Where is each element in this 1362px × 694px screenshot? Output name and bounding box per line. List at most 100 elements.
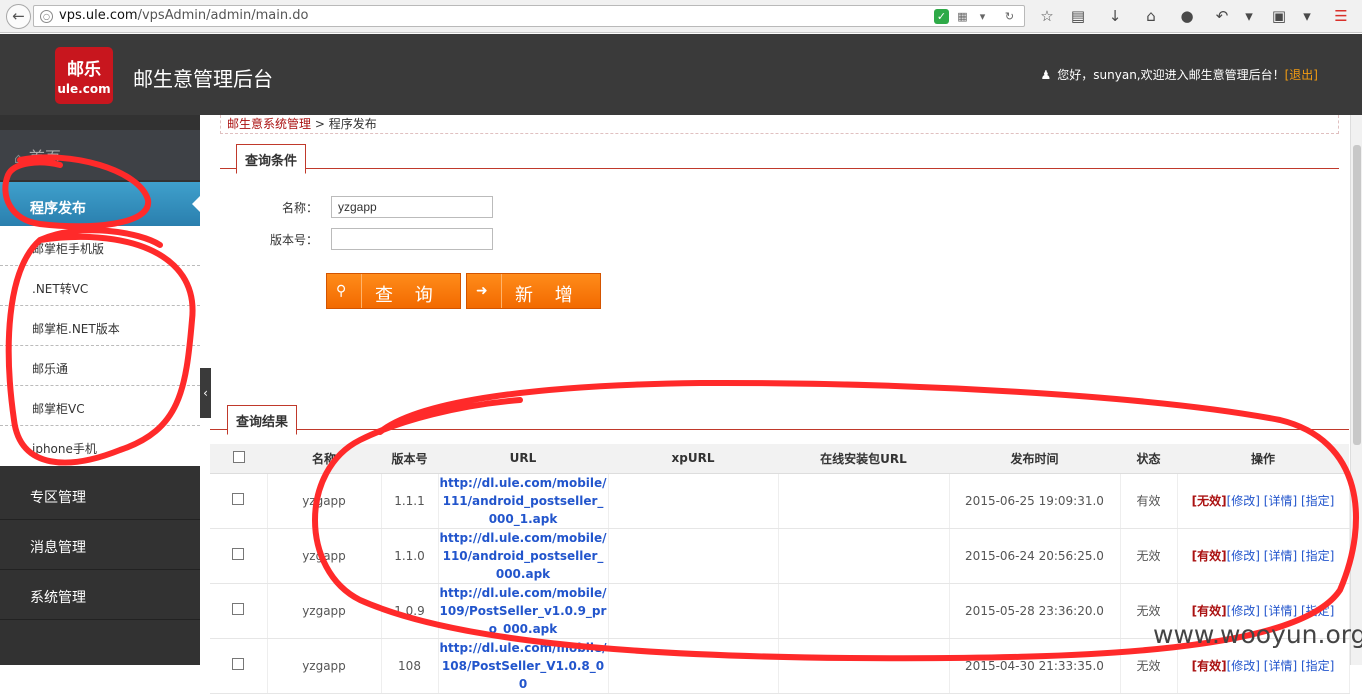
add-button[interactable]: ➜ 新 增 bbox=[466, 273, 601, 309]
browser-toolbar: ← ○ vps.ule.com/vpsAdmin/admin/main.do ✓… bbox=[0, 0, 1362, 33]
column-header: 在线安装包URL bbox=[778, 444, 949, 474]
search-button-label: 查 询 bbox=[375, 285, 441, 306]
menu-icon[interactable]: ☰ bbox=[1330, 5, 1352, 27]
edit-link[interactable]: [修改] bbox=[1227, 659, 1260, 673]
toggle-status-link[interactable]: [无效] bbox=[1192, 494, 1227, 508]
home-icon[interactable]: ⌂ bbox=[1140, 5, 1162, 27]
watermark: www.wooyun.org bbox=[1153, 620, 1362, 649]
cell-url-link[interactable]: http://dl.ule.com/mobile/108/PostSeller_… bbox=[438, 638, 609, 694]
cell-xpurl bbox=[608, 528, 779, 584]
column-header: xpURL bbox=[608, 444, 778, 474]
cell-name: yzgapp bbox=[267, 638, 382, 694]
results-tab: 查询结果 bbox=[227, 405, 298, 435]
submenu-item[interactable]: 邮掌柜VC bbox=[0, 386, 200, 426]
sidebar-item-system[interactable]: 系统管理 bbox=[0, 571, 200, 620]
assign-link[interactable]: [指定] bbox=[1301, 659, 1334, 673]
page-scrollbar[interactable] bbox=[1350, 115, 1362, 665]
toggle-status-link[interactable]: [有效] bbox=[1192, 659, 1227, 673]
cell-name: yzgapp bbox=[267, 473, 382, 529]
app-header: 邮乐 ule.com 邮生意管理后台 ♟ 您好，sunyan,欢迎进入邮生意管理后… bbox=[0, 34, 1362, 115]
cell-online-url bbox=[778, 473, 950, 529]
add-button-label: 新 增 bbox=[515, 285, 581, 306]
breadcrumb: 邮生意系统管理 > 程序发布 bbox=[220, 115, 1339, 134]
toggle-status-link[interactable]: [有效] bbox=[1192, 549, 1227, 563]
bookmark-star-icon[interactable]: ☆ bbox=[1036, 5, 1058, 27]
shield-icon[interactable]: ✓ bbox=[934, 9, 949, 24]
sidebar-collapse-chevron-icon[interactable]: ‹ bbox=[200, 368, 211, 418]
chat-icon[interactable]: ● bbox=[1176, 5, 1198, 27]
detail-link[interactable]: [详情] bbox=[1264, 604, 1297, 618]
version-input[interactable] bbox=[331, 228, 493, 250]
column-header: 版本号 bbox=[381, 444, 438, 474]
user-icon: ♟ bbox=[1040, 68, 1052, 82]
sidebar-item-messages[interactable]: 消息管理 bbox=[0, 521, 200, 570]
dropdown-arrow-icon[interactable]: ▾ bbox=[1238, 5, 1260, 27]
cell-version: 108 bbox=[381, 638, 439, 694]
row-checkbox[interactable] bbox=[232, 603, 245, 615]
detail-link[interactable]: [详情] bbox=[1264, 659, 1297, 673]
row-checkbox[interactable] bbox=[232, 658, 245, 670]
edit-link[interactable]: [修改] bbox=[1227, 604, 1260, 618]
assign-link[interactable]: [指定] bbox=[1301, 494, 1334, 508]
submenu-item[interactable]: .NET转VC bbox=[0, 266, 200, 306]
dropdown-arrow-icon[interactable]: ▾ bbox=[975, 9, 990, 24]
cell-online-url bbox=[778, 528, 950, 584]
user-area: ♟ 您好，sunyan,欢迎进入邮生意管理后台！[退出] bbox=[1041, 66, 1318, 83]
qr-code-icon[interactable]: ▦ bbox=[955, 9, 970, 24]
sidebar-item-zone[interactable]: 专区管理 bbox=[0, 471, 200, 520]
cell-url-link[interactable]: http://dl.ule.com/mobile/111/android_pos… bbox=[438, 473, 609, 529]
logo-text-bottom: ule.com bbox=[57, 82, 111, 96]
toggle-status-link[interactable]: [有效] bbox=[1192, 604, 1227, 618]
row-checkbox[interactable] bbox=[232, 493, 245, 505]
submenu-item[interactable]: 邮掌柜.NET版本 bbox=[0, 306, 200, 346]
breadcrumb-separator: > bbox=[314, 117, 325, 131]
back-arrow-icon[interactable]: ← bbox=[6, 4, 31, 29]
cell-actions: [无效][修改] [详情] [指定] bbox=[1177, 473, 1350, 529]
column-header: 状态 bbox=[1120, 444, 1177, 474]
cell-time: 2015-04-30 21:33:35.0 bbox=[949, 638, 1121, 694]
cell-version: 1.0.9 bbox=[381, 583, 439, 639]
scrollbar-thumb[interactable] bbox=[1353, 145, 1361, 445]
assign-link[interactable]: [指定] bbox=[1301, 604, 1334, 618]
detail-link[interactable]: [详情] bbox=[1264, 494, 1297, 508]
sidebar-item-home[interactable]: ⌂ 首页 bbox=[0, 130, 200, 180]
submenu-item[interactable]: iphone手机 bbox=[0, 426, 200, 466]
cell-actions: [有效][修改] [详情] [指定] bbox=[1177, 528, 1350, 584]
logout-link[interactable]: [退出] bbox=[1285, 68, 1318, 82]
row-checkbox[interactable] bbox=[232, 548, 245, 560]
search-button[interactable]: ⚲ 查 询 bbox=[326, 273, 461, 309]
url-text: vps.ule.com/vpsAdmin/admin/main.do bbox=[59, 8, 309, 23]
cell-url-link[interactable]: http://dl.ule.com/mobile/110/android_pos… bbox=[438, 528, 609, 584]
edit-link[interactable]: [修改] bbox=[1227, 549, 1260, 563]
cell-time: 2015-05-28 23:36:20.0 bbox=[949, 583, 1121, 639]
cell-online-url bbox=[778, 638, 950, 694]
submenu-item[interactable]: 邮掌柜手机版 bbox=[0, 226, 200, 266]
download-icon[interactable]: ↓ bbox=[1104, 5, 1126, 27]
assign-link[interactable]: [指定] bbox=[1301, 549, 1334, 563]
cell-name: yzgapp bbox=[267, 583, 382, 639]
breadcrumb-current: 程序发布 bbox=[328, 117, 377, 131]
name-input[interactable] bbox=[331, 196, 493, 218]
results-table: 名称 版本号 URL xpURL 在线安装包URL 发布时间 状态 操作 yzg… bbox=[210, 444, 1350, 694]
dropdown-arrow-icon[interactable]: ▾ bbox=[1296, 5, 1318, 27]
breadcrumb-link[interactable]: 邮生意系统管理 bbox=[227, 117, 311, 131]
reload-icon[interactable]: ↻ bbox=[1002, 9, 1017, 24]
cell-version: 1.1.0 bbox=[381, 528, 439, 584]
cell-name: yzgapp bbox=[267, 528, 382, 584]
greeting-text: 您好，sunyan,欢迎进入邮生意管理后台！ bbox=[1057, 68, 1285, 82]
undo-icon[interactable]: ↶ bbox=[1211, 5, 1233, 27]
cell-status: 无效 bbox=[1120, 528, 1178, 584]
reading-list-icon[interactable]: ▤ bbox=[1067, 5, 1089, 27]
crop-icon[interactable]: ▣ bbox=[1268, 5, 1290, 27]
table-row: yzgapp 1.1.0 http://dl.ule.com/mobile/11… bbox=[210, 528, 1350, 584]
submenu-item[interactable]: 邮乐通 bbox=[0, 346, 200, 386]
select-all-checkbox[interactable] bbox=[232, 450, 245, 463]
address-bar[interactable]: ○ vps.ule.com/vpsAdmin/admin/main.do ✓ ▦… bbox=[33, 5, 1025, 27]
cell-xpurl bbox=[608, 583, 779, 639]
cell-url-link[interactable]: http://dl.ule.com/mobile/109/PostSeller_… bbox=[438, 583, 609, 639]
edit-link[interactable]: [修改] bbox=[1227, 494, 1260, 508]
column-header: 操作 bbox=[1177, 444, 1349, 474]
version-label: 版本号： bbox=[269, 233, 318, 247]
sidebar-item-program-release[interactable]: 程序发布 bbox=[0, 182, 200, 226]
detail-link[interactable]: [详情] bbox=[1264, 549, 1297, 563]
